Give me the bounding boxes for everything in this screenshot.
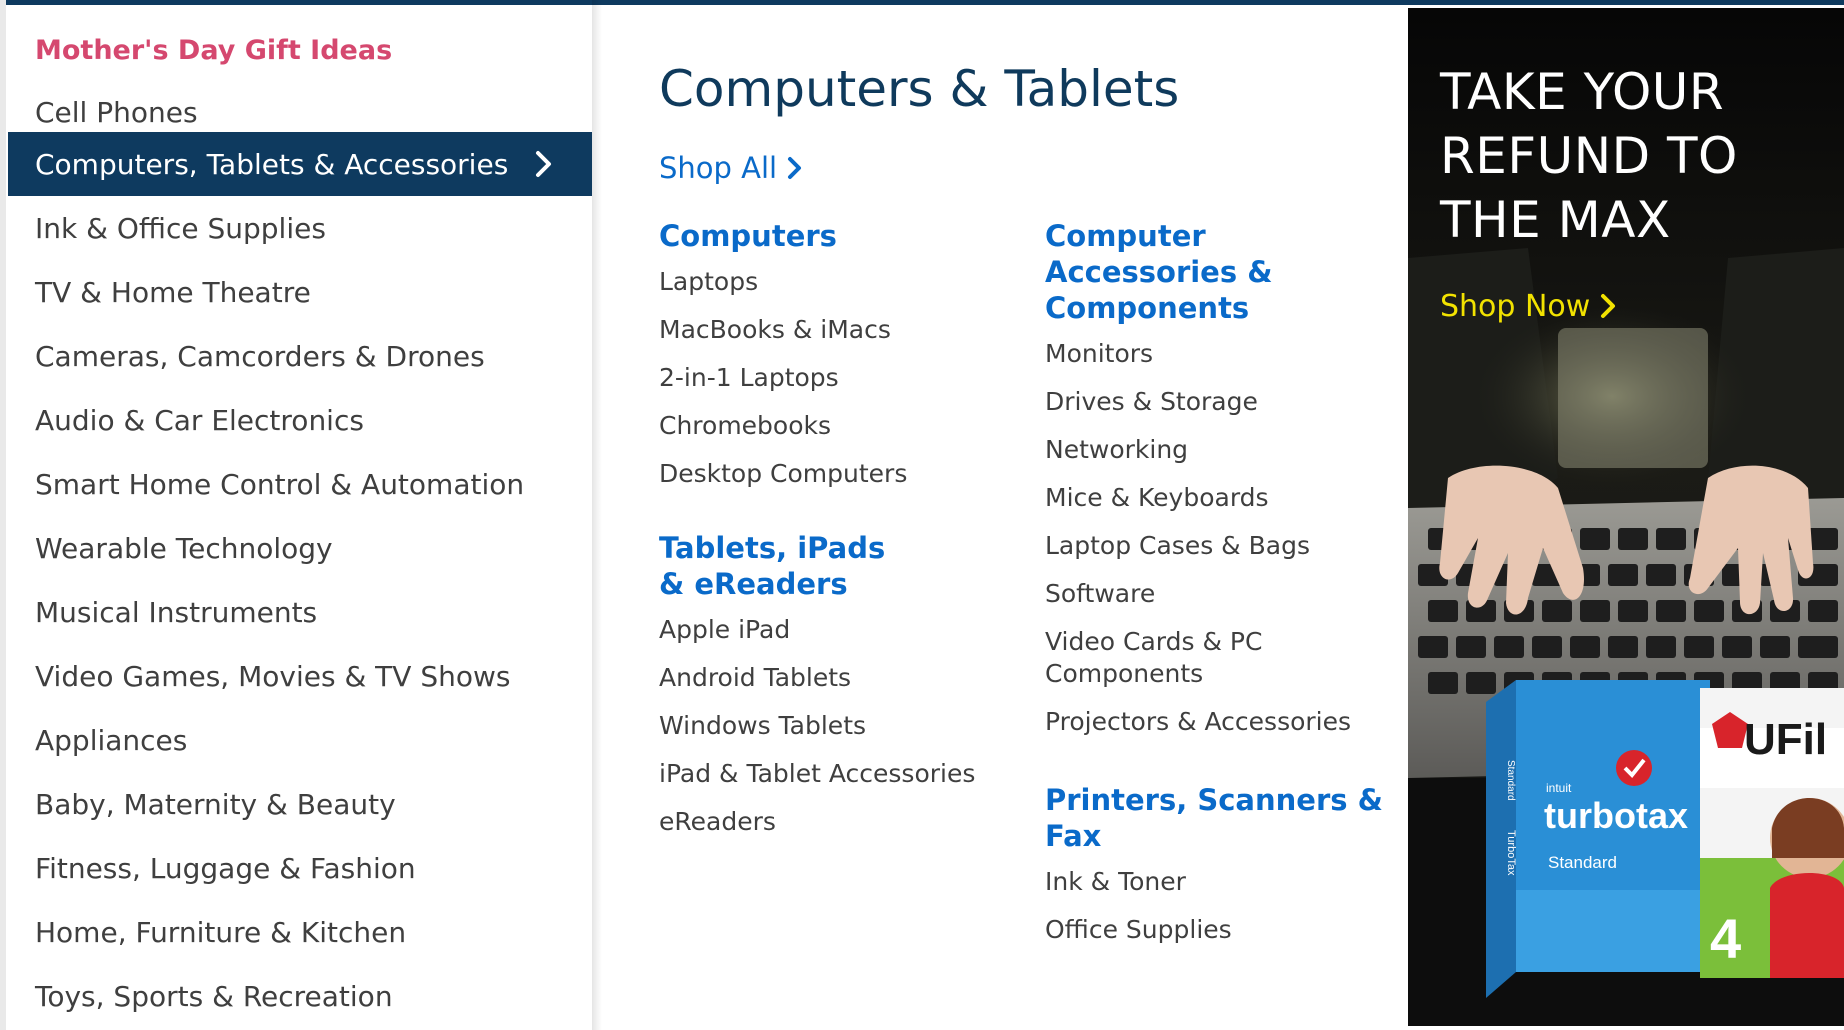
sidebar-item-label: Audio & Car Electronics bbox=[35, 403, 364, 437]
category-heading-computers[interactable]: Computers bbox=[659, 218, 1019, 254]
sidebar-item-label: Smart Home Control & Automation bbox=[35, 467, 525, 501]
promo-ad-banner[interactable]: TAKE YOUR REFUND TO THE MAX Shop Now int… bbox=[1408, 8, 1844, 1026]
sidebar-item-wearable-technology[interactable]: Wearable Technology bbox=[8, 516, 592, 580]
sidebar-item-label: Computers, Tablets & Accessories bbox=[35, 147, 509, 181]
shop-all-label: Shop All bbox=[659, 151, 778, 185]
sidebar-item-smart-home[interactable]: Smart Home Control & Automation bbox=[8, 452, 592, 516]
sidebar-item-label: Baby, Maternity & Beauty bbox=[35, 787, 396, 821]
menu-link-android-tablets[interactable]: Android Tablets bbox=[659, 662, 1019, 694]
ufile-brand: UFil bbox=[1744, 715, 1827, 764]
sidebar-item-label: Ink & Office Supplies bbox=[35, 211, 326, 245]
menu-link-tablet-accessories[interactable]: iPad & Tablet Accessories bbox=[659, 758, 1019, 790]
menu-link-laptop-cases-bags[interactable]: Laptop Cases & Bags bbox=[1045, 530, 1405, 562]
sidebar-item-label: Cell Phones bbox=[35, 95, 198, 129]
menu-link-chromebooks[interactable]: Chromebooks bbox=[659, 410, 1019, 442]
turbotax-product-box: intuit turbotax Standard TurboTax Standa… bbox=[1486, 680, 1710, 998]
left-page-edge bbox=[0, 0, 6, 1030]
turbotax-small-brand: intuit bbox=[1546, 781, 1572, 795]
ad-headline: TAKE YOUR REFUND TO THE MAX bbox=[1440, 63, 1738, 249]
sidebar-item-label: Video Games, Movies & TV Shows bbox=[35, 659, 511, 693]
panel-title: Computers & Tablets bbox=[659, 60, 1180, 118]
sidebar-item-label: Wearable Technology bbox=[35, 531, 333, 565]
turbotax-brand: turbotax bbox=[1544, 795, 1688, 836]
menu-link-ink-toner[interactable]: Ink & Toner bbox=[1045, 866, 1405, 898]
sidebar-item-audio-car-electronics[interactable]: Audio & Car Electronics bbox=[8, 388, 592, 452]
sidebar-divider-shadow bbox=[592, 0, 602, 1030]
menu-link-windows-tablets[interactable]: Windows Tablets bbox=[659, 710, 1019, 742]
turbotax-edition: Standard bbox=[1548, 853, 1617, 872]
sidebar-item-cameras-camcorders-drones[interactable]: Cameras, Camcorders & Drones bbox=[8, 324, 592, 388]
top-accent-bar bbox=[0, 0, 1844, 5]
turbotax-spine-brand: TurboTax bbox=[1505, 830, 1517, 876]
category-heading-printers[interactable]: Printers, Scanners & Fax bbox=[1045, 782, 1405, 854]
sidebar-promo-mothers-day[interactable]: Mother's Day Gift Ideas bbox=[35, 24, 392, 76]
sidebar-item-baby-maternity-beauty[interactable]: Baby, Maternity & Beauty bbox=[8, 772, 592, 836]
sidebar-item-label: Musical Instruments bbox=[35, 595, 318, 629]
menu-column-left: Computers Laptops MacBooks & iMacs 2-in-… bbox=[659, 218, 1019, 838]
sidebar-item-home-furniture-kitchen[interactable]: Home, Furniture & Kitchen bbox=[8, 900, 592, 964]
menu-link-projectors[interactable]: Projectors & Accessories bbox=[1045, 706, 1405, 738]
sidebar-item-video-games-movies-tv[interactable]: Video Games, Movies & TV Shows bbox=[8, 644, 592, 708]
category-heading-computer-accessories[interactable]: Computer Accessories & Components bbox=[1045, 218, 1405, 326]
menu-link-drives-storage[interactable]: Drives & Storage bbox=[1045, 386, 1405, 418]
category-sidebar: Mother's Day Gift Ideas Cell Phones Comp… bbox=[8, 12, 592, 1030]
shop-all-link[interactable]: Shop All bbox=[659, 150, 805, 186]
menu-link-video-cards[interactable]: Video Cards & PC Components bbox=[1045, 626, 1265, 690]
sidebar-item-label: TV & Home Theatre bbox=[35, 275, 311, 309]
menu-link-office-supplies[interactable]: Office Supplies bbox=[1045, 914, 1405, 946]
shop-now-link[interactable]: Shop Now bbox=[1440, 286, 1618, 326]
menu-link-macbooks-imacs[interactable]: MacBooks & iMacs bbox=[659, 314, 1019, 346]
sidebar-item-tv-home-theatre[interactable]: TV & Home Theatre bbox=[8, 260, 592, 324]
sidebar-item-label: Appliances bbox=[35, 723, 188, 757]
ufile-number: 4 bbox=[1710, 907, 1741, 970]
chevron-right-icon bbox=[788, 157, 802, 179]
menu-link-desktop-computers[interactable]: Desktop Computers bbox=[659, 458, 1019, 490]
sidebar-item-label: Cameras, Camcorders & Drones bbox=[35, 339, 485, 373]
turbotax-spine-edition: Standard bbox=[1505, 760, 1516, 801]
sidebar-item-toys-sports-recreation[interactable]: Toys, Sports & Recreation bbox=[8, 964, 592, 1028]
sidebar-item-label: Fitness, Luggage & Fashion bbox=[35, 851, 416, 885]
chevron-right-icon bbox=[1601, 294, 1616, 318]
shop-now-label: Shop Now bbox=[1440, 288, 1591, 324]
menu-link-monitors[interactable]: Monitors bbox=[1045, 338, 1405, 370]
menu-link-ereaders[interactable]: eReaders bbox=[659, 806, 1019, 838]
menu-link-2-in-1-laptops[interactable]: 2-in-1 Laptops bbox=[659, 362, 1019, 394]
ufile-product-box: UFil 4 bbox=[1700, 688, 1844, 978]
category-heading-tablets[interactable]: Tablets, iPads & eReaders bbox=[659, 530, 919, 602]
chevron-right-icon bbox=[536, 151, 551, 177]
menu-column-right: Computer Accessories & Components Monito… bbox=[1045, 218, 1405, 946]
sidebar-item-musical-instruments[interactable]: Musical Instruments bbox=[8, 580, 592, 644]
menu-link-mice-keyboards[interactable]: Mice & Keyboards bbox=[1045, 482, 1405, 514]
menu-link-software[interactable]: Software bbox=[1045, 578, 1405, 610]
menu-link-laptops[interactable]: Laptops bbox=[659, 266, 1019, 298]
menu-link-apple-ipad[interactable]: Apple iPad bbox=[659, 614, 1019, 646]
sidebar-item-computers-tablets-accessories[interactable]: Computers, Tablets & Accessories bbox=[8, 132, 592, 196]
sidebar-item-fitness-luggage-fashion[interactable]: Fitness, Luggage & Fashion bbox=[8, 836, 592, 900]
sidebar-item-appliances[interactable]: Appliances bbox=[8, 708, 592, 772]
sidebar-item-label: Home, Furniture & Kitchen bbox=[35, 915, 407, 949]
menu-link-networking[interactable]: Networking bbox=[1045, 434, 1405, 466]
sidebar-item-label: Toys, Sports & Recreation bbox=[35, 979, 393, 1013]
sidebar-item-ink-office-supplies[interactable]: Ink & Office Supplies bbox=[8, 196, 592, 260]
